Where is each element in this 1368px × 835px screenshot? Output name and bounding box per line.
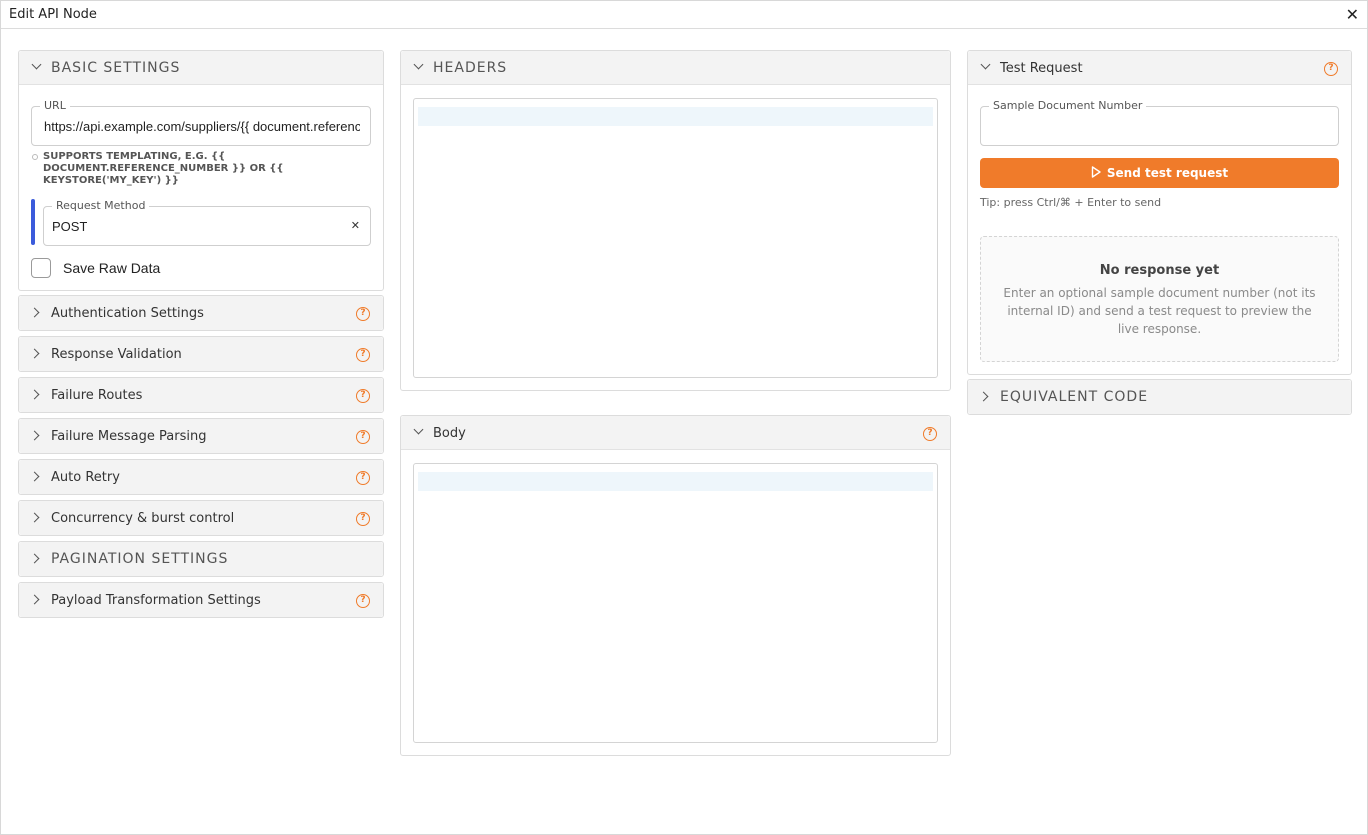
section-label: Payload Transformation Settings <box>51 593 261 608</box>
url-input[interactable]: https://api.example.com/suppliers/{{ doc… <box>44 119 360 134</box>
test-request-header[interactable]: Test Request ? <box>968 51 1351 85</box>
edit-api-node-dialog: Edit API Node ✕ BASIC SETTINGS URL https… <box>0 0 1368 835</box>
section-label: Response Validation <box>51 347 182 362</box>
section-pagination-settings[interactable]: PAGINATION SETTINGS <box>18 541 384 577</box>
request-method-select[interactable]: Request Method POST ✕ <box>43 199 371 246</box>
send-test-request-label: Send test request <box>1106 166 1229 180</box>
section-label: Auto Retry <box>51 470 120 485</box>
chevron-right-icon <box>978 391 989 402</box>
help-icon[interactable]: ? <box>356 430 370 444</box>
body-title: Body <box>433 426 466 441</box>
headers-panel: HEADERS <box>400 50 951 391</box>
test-request-title: Test Request <box>1000 61 1083 76</box>
basic-settings-panel: BASIC SETTINGS URL https://api.example.c… <box>18 50 384 291</box>
help-icon[interactable]: ? <box>356 348 370 362</box>
section-label: Failure Routes <box>51 388 143 403</box>
send-tip: Tip: press Ctrl/⌘ + Enter to send <box>980 196 1162 209</box>
dialog-title: Edit API Node <box>9 7 97 22</box>
help-icon[interactable]: ? <box>356 307 370 321</box>
headers-header[interactable]: HEADERS <box>401 51 950 85</box>
request-method-value: POST <box>52 219 88 234</box>
help-icon[interactable]: ? <box>923 427 937 441</box>
no-response-text: Enter an optional sample document number… <box>1003 286 1316 336</box>
help-icon[interactable]: ? <box>356 471 370 485</box>
body-panel: Body ? <box>400 415 951 756</box>
basic-settings-header[interactable]: BASIC SETTINGS <box>19 51 383 85</box>
help-icon[interactable]: ? <box>356 594 370 608</box>
dialog-titlebar: Edit API Node ✕ <box>1 1 1367 29</box>
chevron-down-icon <box>980 59 991 70</box>
section-label: PAGINATION SETTINGS <box>51 551 229 567</box>
chevron-right-icon <box>29 471 40 482</box>
editor-active-line <box>418 107 933 126</box>
section-label: Authentication Settings <box>51 306 204 321</box>
section-auto-retry[interactable]: Auto Retry ? <box>18 459 384 495</box>
url-templating-hint: SUPPORTS TEMPLATING, E.G. {{ DOCUMENT.RE… <box>43 151 284 186</box>
hint-icon <box>32 154 38 160</box>
sample-document-number-label: Sample Document Number <box>989 99 1147 112</box>
request-method-focus-bar <box>31 199 35 245</box>
url-label: URL <box>40 99 70 112</box>
section-authentication-settings[interactable]: Authentication Settings ? <box>18 295 384 331</box>
chevron-down-icon <box>31 59 42 70</box>
help-icon[interactable]: ? <box>356 389 370 403</box>
clear-icon[interactable]: ✕ <box>351 219 360 232</box>
chevron-right-icon <box>29 430 40 441</box>
equivalent-code-title: EQUIVALENT CODE <box>1000 389 1149 405</box>
save-raw-data-checkbox[interactable] <box>31 258 51 278</box>
section-label: Failure Message Parsing <box>51 429 207 444</box>
chevron-right-icon <box>29 512 40 523</box>
section-concurrency-burst-control[interactable]: Concurrency & burst control ? <box>18 500 384 536</box>
test-request-panel: Test Request ? Sample Document Number Se… <box>967 50 1352 375</box>
basic-settings-title: BASIC SETTINGS <box>51 60 181 76</box>
chevron-down-icon <box>413 424 424 435</box>
send-test-request-button[interactable]: Send test request <box>980 158 1339 188</box>
section-response-validation[interactable]: Response Validation ? <box>18 336 384 372</box>
url-field[interactable]: URL https://api.example.com/suppliers/{{… <box>31 99 371 146</box>
section-label: Concurrency & burst control <box>51 511 235 526</box>
chevron-right-icon <box>29 348 40 359</box>
chevron-right-icon <box>29 307 40 318</box>
save-raw-data-label: Save Raw Data <box>63 260 161 276</box>
headers-title: HEADERS <box>433 60 508 76</box>
no-response-placeholder: No response yet Enter an optional sample… <box>980 236 1339 362</box>
no-response-title: No response yet <box>1099 263 1220 278</box>
body-editor[interactable] <box>413 463 938 743</box>
close-icon[interactable]: ✕ <box>1346 5 1359 24</box>
headers-editor[interactable] <box>413 98 938 378</box>
play-icon <box>1091 166 1101 178</box>
chevron-right-icon <box>29 594 40 605</box>
chevron-down-icon <box>413 59 424 70</box>
chevron-right-icon <box>29 389 40 400</box>
help-icon[interactable]: ? <box>356 512 370 526</box>
help-icon[interactable]: ? <box>1324 62 1338 76</box>
section-payload-transformation-settings[interactable]: Payload Transformation Settings ? <box>18 582 384 618</box>
chevron-right-icon <box>29 553 40 564</box>
editor-active-line <box>418 472 933 491</box>
sample-document-number-field[interactable]: Sample Document Number <box>980 99 1339 146</box>
equivalent-code-panel[interactable]: EQUIVALENT CODE <box>967 379 1352 415</box>
section-failure-message-parsing[interactable]: Failure Message Parsing ? <box>18 418 384 454</box>
request-method-label: Request Method <box>52 199 150 212</box>
body-header[interactable]: Body ? <box>401 416 950 450</box>
section-failure-routes[interactable]: Failure Routes ? <box>18 377 384 413</box>
